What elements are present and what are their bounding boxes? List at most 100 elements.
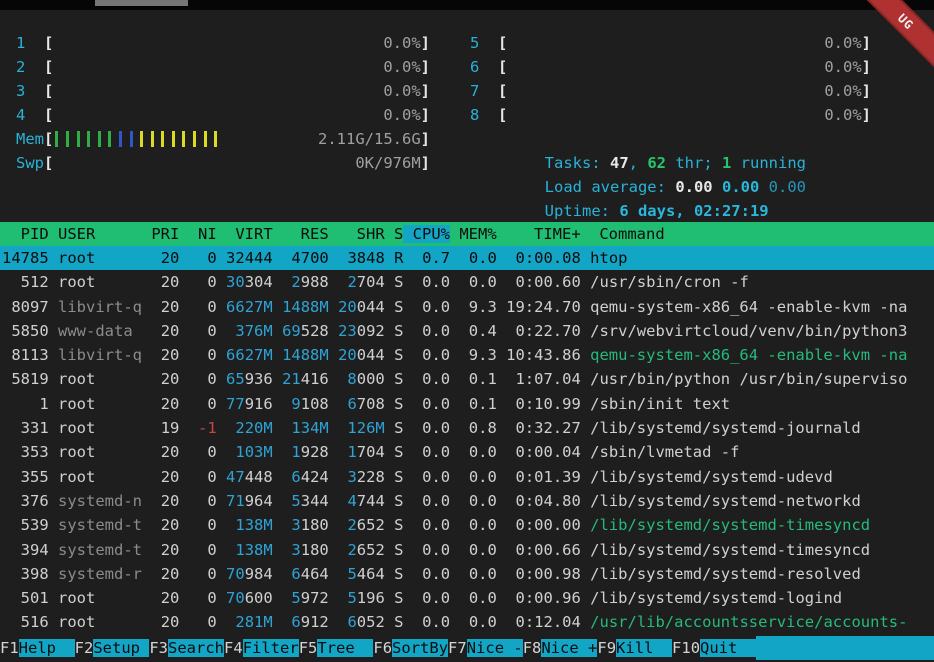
table-row[interactable]: 1 root 20 0 77916 9108 6708 S 0.0 0.1 0:…	[0, 392, 934, 416]
memory-bar-tick	[98, 131, 101, 147]
running-count: 1	[722, 154, 731, 172]
table-row[interactable]: 398 systemd-r 20 0 70984 6464 5464 S 0.0…	[0, 562, 934, 586]
uptime-label: Uptime:	[545, 202, 620, 220]
fkey-sortby[interactable]: F6SortBy	[373, 636, 448, 660]
memory-meter-track: 2.11G/15.6G	[53, 127, 420, 151]
cpu-meter-track: 0.0%	[507, 79, 861, 103]
table-row[interactable]: 8097 libvirt-q 20 0 6627M 1488M 20044 S …	[0, 295, 934, 319]
bracket-open: [	[44, 127, 53, 151]
fkey-label: Setup	[93, 639, 149, 657]
cpu-meter-value: 0.0%	[824, 79, 861, 103]
memory-bar-tick	[130, 131, 133, 147]
cpu-meter-track: 0.0%	[53, 79, 420, 103]
cpu-meter-label: 5	[470, 31, 498, 55]
column-header-s[interactable]: S	[385, 225, 404, 243]
cpu-meter-value: 0.0%	[383, 31, 420, 55]
memory-meter-value: 2.11G/15.6G	[318, 127, 421, 151]
cpu-meters-right: 5 [0.0%]6 [0.0%]7 [0.0%]8 [0.0%]	[470, 31, 871, 127]
column-header-time[interactable]: TIME+	[497, 225, 581, 243]
fkey-search[interactable]: F3Search	[149, 636, 224, 660]
swap-meter-track: 0K/976M	[53, 151, 420, 175]
load-15min: 0.00	[769, 178, 806, 196]
fkey-nice[interactable]: F8Nice +	[523, 636, 598, 660]
fkey-kill[interactable]: F9Kill	[597, 636, 672, 660]
table-row[interactable]: 331 root 19 -1 220M 134M 126M S 0.0 0.8 …	[0, 416, 934, 440]
fkey-number: F2	[75, 639, 94, 657]
cpu-meter-8: 8 [0.0%]	[470, 103, 871, 127]
cpu-meter-label: 3	[16, 79, 44, 103]
window-tab-handle[interactable]	[95, 0, 188, 6]
memory-bar-tick	[140, 131, 143, 147]
column-header-res[interactable]: RES	[273, 225, 329, 243]
function-key-bar: F1Help F2Setup F3SearchF4FilterF5Tree F6…	[0, 636, 934, 660]
bracket-open: [	[498, 55, 507, 79]
fkey-nice[interactable]: F7Nice -	[448, 636, 523, 660]
bracket-close: ]	[421, 79, 430, 103]
table-row[interactable]: 5850 www-data 20 0 376M 69528 23092 S 0.…	[0, 319, 934, 343]
column-header-shr[interactable]: SHR	[329, 225, 385, 243]
cpu-meter-label: 2	[16, 55, 44, 79]
table-row[interactable]: 14785 root 20 0 32444 4700 3848 R 0.7 0.…	[0, 246, 934, 270]
debug-ribbon-label: UG	[895, 11, 917, 33]
cpu-meter-track: 0.0%	[53, 55, 420, 79]
memory-meter-label: Mem	[16, 127, 44, 151]
bracket-open: [	[498, 103, 507, 127]
memory-bar-tick	[66, 131, 69, 147]
fkey-help[interactable]: F1Help	[0, 636, 75, 660]
cpu-meter-value: 0.0%	[824, 103, 861, 127]
table-row[interactable]: 8113 libvirt-q 20 0 6627M 1488M 20044 S …	[0, 343, 934, 367]
column-header-virt[interactable]: VIRT	[217, 225, 273, 243]
table-row[interactable]: 512 root 20 0 30304 2988 2704 S 0.0 0.0 …	[0, 270, 934, 294]
column-header-ni[interactable]: NI	[179, 225, 216, 243]
bracket-open: [	[44, 79, 53, 103]
tasks-count: 47	[610, 154, 629, 172]
fkey-label: SortBy	[392, 639, 448, 657]
cpu-meter-1: 1 [0.0%]	[16, 31, 430, 55]
cpu-meter-5: 5 [0.0%]	[470, 31, 871, 55]
memory-bar-tick	[161, 131, 164, 147]
table-row[interactable]: 355 root 20 0 47448 6424 3228 S 0.0 0.0 …	[0, 465, 934, 489]
load-average-label: Load average:	[545, 178, 676, 196]
fkey-label: Nice -	[467, 639, 523, 657]
cpu-meter-track: 0.0%	[53, 31, 420, 55]
table-row[interactable]: 539 systemd-t 20 0 138M 3180 2652 S 0.0 …	[0, 513, 934, 537]
cpu-meter-track: 0.0%	[507, 103, 861, 127]
memory-bar-tick	[214, 131, 217, 147]
fkey-bar-filler	[756, 636, 934, 660]
memory-bar-tick	[87, 131, 90, 147]
htop-terminal: UG 1 [0.0%]2 [0.0%]3 [0.0%]4 [0.0%] Mem[…	[0, 0, 934, 662]
table-row[interactable]: 501 root 20 0 70600 5972 5196 S 0.0 0.0 …	[0, 586, 934, 610]
swap-meter-value: 0K/976M	[355, 151, 420, 175]
fkey-filter[interactable]: F4Filter	[224, 636, 299, 660]
cpu-meters-left: 1 [0.0%]2 [0.0%]3 [0.0%]4 [0.0%]	[16, 31, 430, 127]
bracket-close: ]	[421, 55, 430, 79]
uptime-value: 6 days, 02:27:19	[619, 202, 768, 220]
fkey-quit[interactable]: F10Quit	[672, 636, 756, 660]
bracket-close: ]	[862, 79, 871, 103]
bracket-close: ]	[862, 103, 871, 127]
column-header-mem[interactable]: MEM%	[450, 225, 497, 243]
memory-bar-tick	[193, 131, 196, 147]
column-header-user[interactable]: USER	[49, 225, 142, 243]
table-row[interactable]: 353 root 20 0 103M 1928 1704 S 0.0 0.0 0…	[0, 440, 934, 464]
column-header-pri[interactable]: PRI	[142, 225, 179, 243]
fkey-number: F10	[672, 639, 700, 657]
column-header-cpu[interactable]: CPU%	[403, 225, 450, 243]
table-row[interactable]: 376 systemd-n 20 0 71964 5344 4744 S 0.0…	[0, 489, 934, 513]
column-header-command[interactable]: Command	[581, 225, 665, 243]
cpu-meter-6: 6 [0.0%]	[470, 55, 871, 79]
bracket-close: ]	[421, 103, 430, 127]
fkey-tree[interactable]: F5Tree	[299, 636, 374, 660]
fkey-setup[interactable]: F2Setup	[75, 636, 150, 660]
bracket-close: ]	[421, 31, 430, 55]
memory-bar-tick	[204, 131, 207, 147]
table-row[interactable]: 394 systemd-t 20 0 138M 3180 2652 S 0.0 …	[0, 538, 934, 562]
table-row[interactable]: 5819 root 20 0 65936 21416 8000 S 0.0 0.…	[0, 367, 934, 391]
table-row[interactable]: 516 root 20 0 281M 6912 6052 S 0.0 0.0 0…	[0, 610, 934, 634]
fkey-label: Kill	[616, 639, 672, 657]
memory-bar-tick	[55, 131, 58, 147]
column-header-pid[interactable]: PID	[2, 225, 49, 243]
fkey-number: F1	[0, 639, 19, 657]
memory-meter: Mem[2.11G/15.6G]	[16, 127, 430, 151]
memory-bar-tick	[119, 131, 122, 147]
